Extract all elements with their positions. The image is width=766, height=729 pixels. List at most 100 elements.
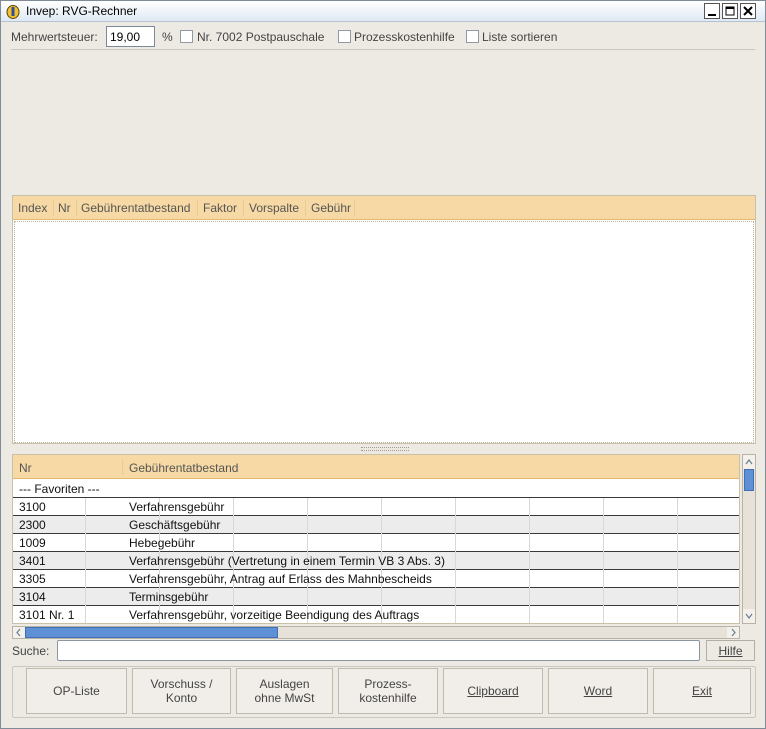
scroll-left-icon[interactable]	[13, 627, 25, 638]
cell-divider	[85, 606, 86, 623]
col-gebuehrentatbestand[interactable]: Gebührentatbestand	[81, 201, 190, 215]
col-index[interactable]: Index	[18, 201, 47, 215]
cell-divider	[455, 516, 456, 534]
row-text: Hebegebühr	[129, 536, 196, 550]
maximize-button[interactable]	[722, 3, 738, 19]
cell-divider	[529, 498, 530, 516]
row-text: Geschäftsgebühr	[129, 518, 221, 532]
cell-divider	[85, 588, 86, 606]
help-button[interactable]: Hilfe	[706, 640, 755, 661]
cell-divider	[677, 498, 678, 516]
cell-divider	[529, 570, 530, 588]
cell-divider	[381, 534, 382, 552]
col-divider[interactable]	[305, 200, 306, 216]
scroll-right-icon[interactable]	[727, 627, 739, 638]
result-table-body[interactable]	[14, 221, 754, 443]
word-button[interactable]: Word	[548, 668, 648, 714]
col-gebuehrentatbestand[interactable]: Gebührentatbestand	[129, 461, 238, 475]
col-divider[interactable]	[76, 200, 77, 216]
cell-divider	[455, 498, 456, 516]
row-text: Verfahrensgebühr	[129, 500, 225, 514]
row-text: Terminsgebühr	[129, 590, 209, 604]
cell-divider	[529, 588, 530, 606]
row-text: Verfahrensgebühr, vorzeitige Beendigung …	[129, 608, 420, 622]
col-divider[interactable]	[243, 200, 244, 216]
exit-button[interactable]: Exit	[653, 668, 751, 714]
title-bar[interactable]: Invep: RVG-Rechner	[1, 1, 765, 22]
table-row[interactable]: 1009 Hebegebühr	[13, 534, 739, 552]
cell-divider	[85, 498, 86, 516]
vertical-scrollbar[interactable]	[742, 454, 756, 624]
word-button-label: Word	[583, 684, 613, 698]
clipboard-button[interactable]: Clipboard	[443, 668, 543, 714]
result-table[interactable]: Index Nr Gebührentatbestand Faktor Vorsp…	[12, 195, 756, 444]
cell-divider	[85, 534, 86, 552]
options-separator	[11, 49, 755, 50]
table-row[interactable]: 3305 Verfahrensgebühr, Antrag auf Erlass …	[13, 570, 739, 588]
sort-checkbox[interactable]	[466, 30, 479, 43]
cell-divider	[677, 552, 678, 570]
op-liste-button[interactable]: OP-Liste	[26, 668, 127, 714]
col-gebuehr[interactable]: Gebühr	[311, 201, 351, 215]
cell-divider	[603, 588, 604, 606]
cell-divider	[381, 588, 382, 606]
close-button[interactable]	[740, 3, 756, 19]
cell-divider	[677, 534, 678, 552]
table-row[interactable]: 2300 Geschäftsgebühr	[13, 516, 739, 534]
cell-divider	[677, 606, 678, 623]
table-row[interactable]: 3104 Terminsgebühr	[13, 588, 739, 606]
col-vorspalte[interactable]: Vorspalte	[249, 201, 299, 215]
minimize-button[interactable]	[704, 3, 720, 19]
vorschuss-konto-button[interactable]: Vorschuss / Konto	[132, 668, 231, 714]
cell-divider	[307, 588, 308, 606]
sort-label[interactable]: Liste sortieren	[482, 30, 557, 44]
clipboard-button-label: Clipboard	[467, 684, 519, 698]
favorites-group-row[interactable]: --- Favoriten ---	[13, 480, 739, 498]
col-faktor[interactable]: Faktor	[203, 201, 237, 215]
cell-divider	[233, 534, 234, 552]
postpauschale-label[interactable]: Nr. 7002 Postpauschale	[197, 30, 324, 44]
app-icon	[6, 4, 20, 19]
mwst-input[interactable]	[106, 26, 155, 47]
horizontal-scrollbar[interactable]	[12, 626, 740, 639]
vertical-scroll-thumb[interactable]	[744, 469, 754, 491]
row-nr: 3104	[19, 590, 46, 604]
col-divider[interactable]	[197, 200, 198, 216]
pkh-checkbox[interactable]	[338, 30, 351, 43]
catalog-table[interactable]: Nr Gebührentatbestand --- Favoriten --- 3…	[12, 454, 740, 624]
postpauschale-checkbox[interactable]	[180, 30, 193, 43]
search-input[interactable]	[57, 640, 700, 661]
cell-divider	[85, 552, 86, 570]
splitter-handle[interactable]	[361, 447, 409, 451]
search-label: Suche:	[12, 644, 50, 658]
col-divider[interactable]	[53, 200, 54, 216]
cell-divider	[603, 606, 604, 623]
col-divider[interactable]	[122, 459, 123, 475]
row-nr: 3305	[19, 572, 46, 586]
col-nr[interactable]: Nr	[19, 461, 32, 475]
horizontal-scroll-thumb[interactable]	[25, 627, 278, 638]
table-row[interactable]: 3401 Verfahrensgebühr (Vertretung in eine…	[13, 552, 739, 570]
cell-divider	[529, 516, 530, 534]
table-row[interactable]: 3100 Verfahrensgebühr	[13, 498, 739, 516]
auslagen-ohne-mwst-button[interactable]: Auslagen ohne MwSt	[236, 668, 333, 714]
result-table-header: Index Nr Gebührentatbestand Faktor Vorsp…	[13, 196, 755, 220]
row-nr: 3100	[19, 500, 46, 514]
scroll-down-icon[interactable]	[743, 609, 755, 623]
scroll-up-icon[interactable]	[743, 455, 755, 469]
cell-divider	[677, 516, 678, 534]
row-nr: 1009	[19, 536, 46, 550]
table-row[interactable]: 3101 Nr. 1 Verfahrensgebühr, vorzeitige B…	[13, 606, 739, 623]
cell-divider	[603, 552, 604, 570]
prozesskostenhilfe-button[interactable]: Prozess- kostenhilfe	[338, 668, 438, 714]
row-nr: 3101 Nr. 1	[19, 608, 75, 622]
cell-divider	[307, 498, 308, 516]
pkh-label[interactable]: Prozesskostenhilfe	[354, 30, 455, 44]
cell-divider	[603, 570, 604, 588]
cell-divider	[307, 516, 308, 534]
window-title: Invep: RVG-Rechner	[26, 4, 138, 18]
cell-divider	[603, 516, 604, 534]
col-divider[interactable]	[354, 200, 355, 216]
col-nr[interactable]: Nr	[58, 201, 71, 215]
options-bar: Mehrwertsteuer: % Nr. 7002 Postpauschale…	[1, 23, 765, 51]
